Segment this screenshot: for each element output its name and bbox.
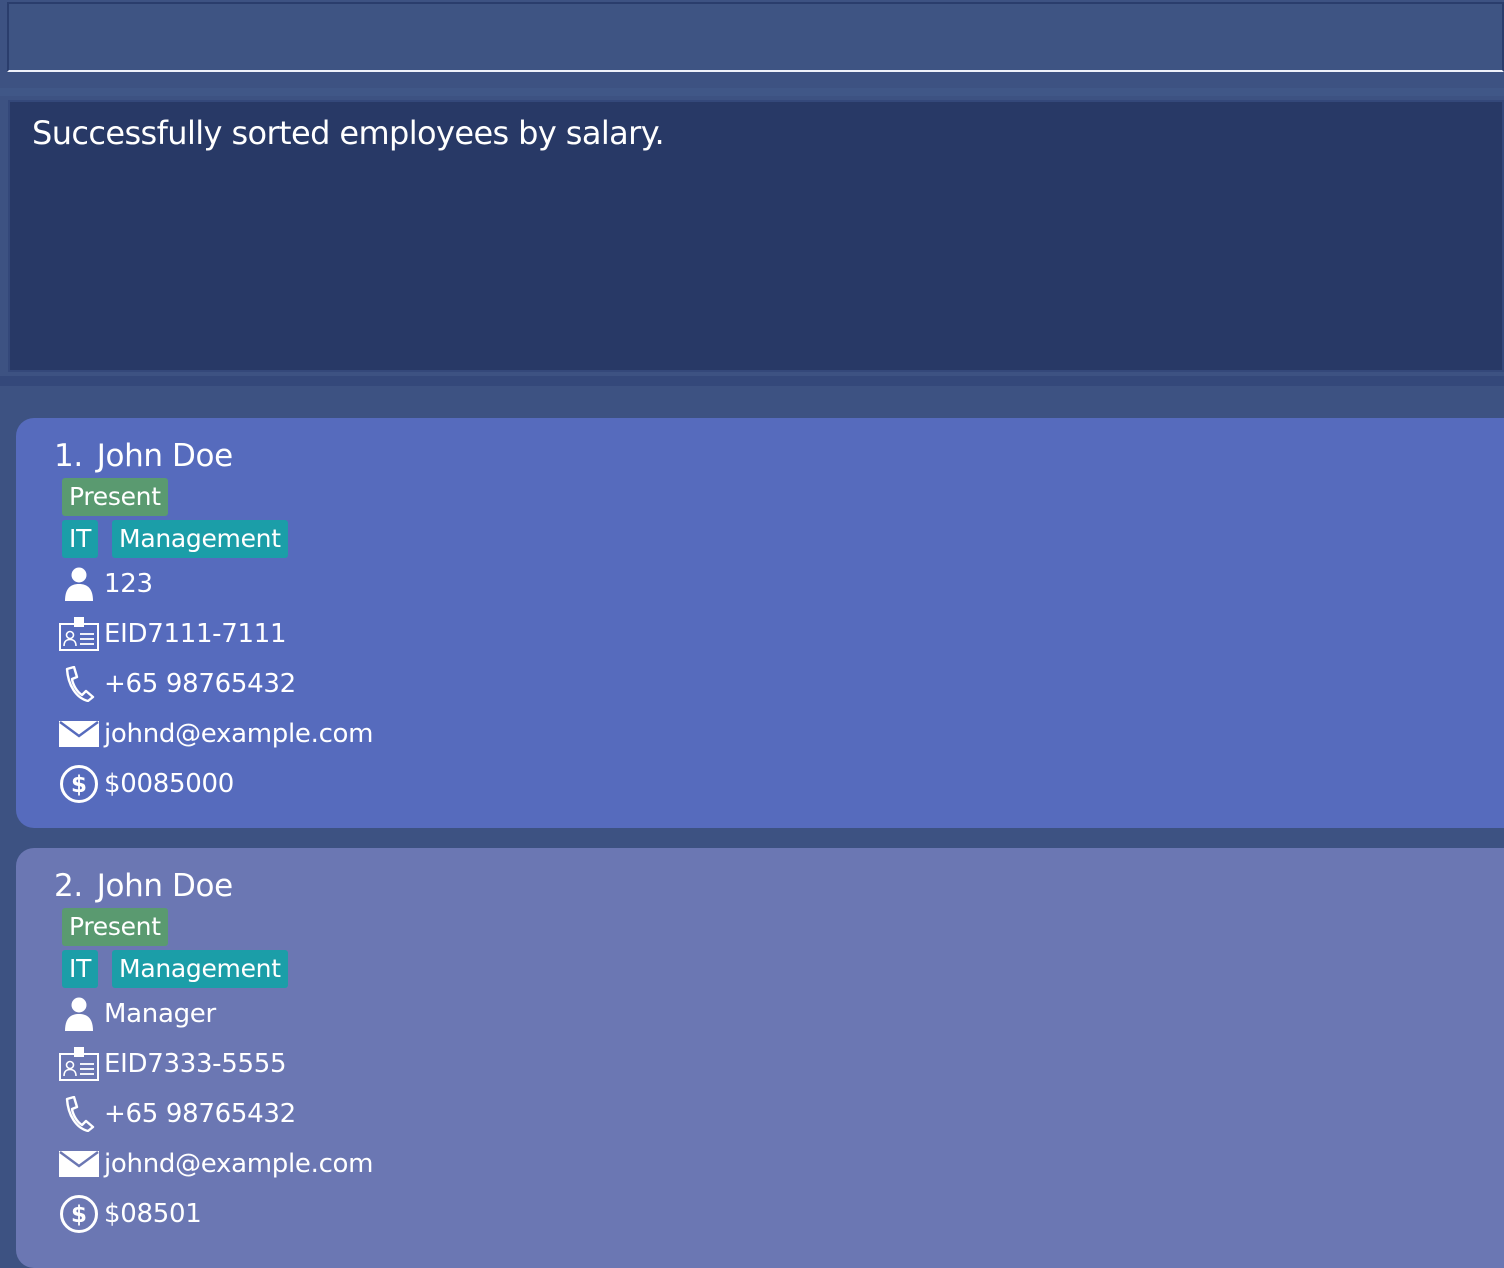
role-value: Manager (104, 999, 216, 1029)
employee-card[interactable]: 1. John Doe Present IT Management 123 EID… (16, 418, 1504, 828)
id-card-icon (58, 614, 100, 654)
employee-card-header: 2. John Doe (54, 868, 233, 904)
phone-icon (58, 664, 100, 704)
role-row: Manager (58, 994, 216, 1034)
phone-row: +65 98765432 (58, 664, 296, 704)
department-tags: IT Management (62, 520, 302, 558)
dollar-circle-icon: $ (58, 764, 100, 804)
employee-name: John Doe (96, 868, 233, 904)
phone-icon (58, 1094, 100, 1134)
person-icon (58, 564, 100, 604)
command-box[interactable] (7, 2, 1504, 72)
mail-icon (58, 714, 100, 754)
email-value: johnd@example.com (104, 1149, 374, 1179)
employee-id-value: EID7111-7111 (104, 619, 287, 649)
department-tag: IT (62, 520, 99, 558)
department-tag: Management (112, 520, 288, 558)
employee-card[interactable]: 2. John Doe Present IT Management Manager… (16, 848, 1504, 1268)
employee-index: 2. (54, 868, 83, 904)
command-input[interactable] (9, 4, 1502, 70)
salary-row: $ $08501 (58, 1194, 202, 1234)
employee-card-header: 1. John Doe (54, 438, 233, 474)
department-tags: IT Management (62, 950, 302, 988)
phone-value: +65 98765432 (104, 669, 296, 699)
svg-text:$: $ (71, 772, 87, 798)
svg-text:$: $ (71, 1202, 87, 1228)
person-icon (58, 994, 100, 1034)
result-display: Successfully sorted employees by salary. (8, 100, 1504, 372)
employee-id-row: EID7111-7111 (58, 614, 287, 654)
salary-row: $ $0085000 (58, 764, 234, 804)
phone-row: +65 98765432 (58, 1094, 296, 1134)
role-row: 123 (58, 564, 153, 604)
status-badge: Present (62, 478, 168, 516)
result-message: Successfully sorted employees by salary. (32, 114, 665, 152)
status-tags: Present (62, 908, 182, 946)
salary-value: $08501 (104, 1199, 202, 1229)
dollar-circle-icon: $ (58, 1194, 100, 1234)
employee-id-value: EID7333-5555 (104, 1049, 287, 1079)
id-card-icon (58, 1044, 100, 1084)
salary-value: $0085000 (104, 769, 234, 799)
department-tag: IT (62, 950, 99, 988)
status-badge: Present (62, 908, 168, 946)
employee-name: John Doe (96, 438, 233, 474)
divider (0, 88, 1504, 96)
role-value: 123 (104, 569, 153, 599)
email-row: johnd@example.com (58, 714, 374, 754)
status-tags: Present (62, 478, 182, 516)
email-value: johnd@example.com (104, 719, 374, 749)
employee-id-row: EID7333-5555 (58, 1044, 287, 1084)
employee-index: 1. (54, 438, 83, 474)
divider (0, 376, 1504, 386)
department-tag: Management (112, 950, 288, 988)
phone-value: +65 98765432 (104, 1099, 296, 1129)
email-row: johnd@example.com (58, 1144, 374, 1184)
employee-list[interactable]: 1. John Doe Present IT Management 123 EID… (0, 386, 1504, 1268)
mail-icon (58, 1144, 100, 1184)
